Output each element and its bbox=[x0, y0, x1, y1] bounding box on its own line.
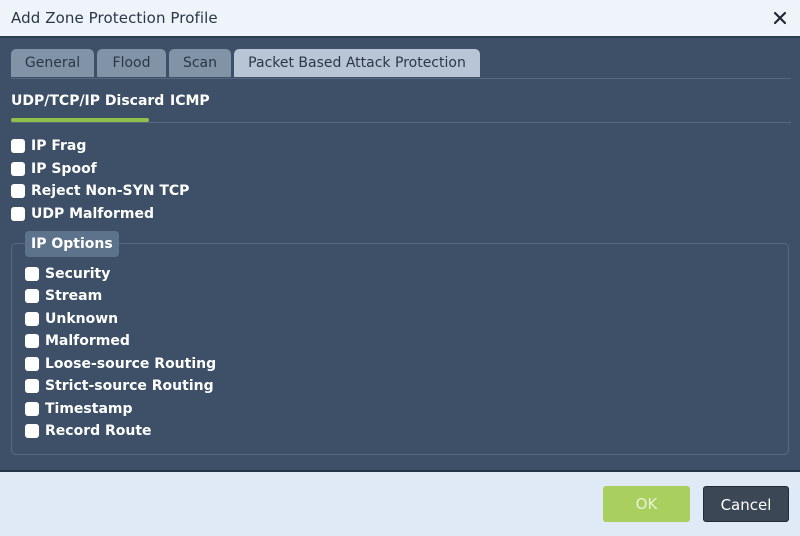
checkbox[interactable] bbox=[11, 139, 25, 153]
dialog-footer: OK Cancel bbox=[0, 472, 800, 536]
checkbox[interactable] bbox=[11, 184, 25, 198]
option-ip-frag[interactable]: IP Frag bbox=[11, 136, 86, 156]
subtab-udp-tcp-ip-discard[interactable]: UDP/TCP/IP Discard bbox=[11, 93, 164, 109]
checkbox[interactable] bbox=[11, 207, 25, 221]
checkbox[interactable] bbox=[25, 289, 39, 303]
option-stream[interactable]: Stream bbox=[25, 286, 102, 306]
cancel-button[interactable]: Cancel bbox=[703, 486, 789, 522]
option-strict-source-routing[interactable]: Strict-source Routing bbox=[25, 376, 214, 396]
dialog-header: Add Zone Protection Profile bbox=[0, 0, 800, 38]
tab-flood[interactable]: Flood bbox=[97, 49, 166, 77]
option-ip-spoof[interactable]: IP Spoof bbox=[11, 159, 97, 179]
checkbox[interactable] bbox=[25, 312, 39, 326]
option-udp-malformed[interactable]: UDP Malformed bbox=[11, 204, 154, 224]
checkbox[interactable] bbox=[11, 162, 25, 176]
option-loose-source-routing[interactable]: Loose-source Routing bbox=[25, 354, 216, 374]
tab-scan[interactable]: Scan bbox=[169, 49, 231, 77]
dialog-title: Add Zone Protection Profile bbox=[11, 9, 218, 27]
option-security[interactable]: Security bbox=[25, 264, 110, 284]
option-timestamp[interactable]: Timestamp bbox=[25, 399, 133, 419]
tab-packet-based-attack-protection[interactable]: Packet Based Attack Protection bbox=[234, 49, 480, 77]
checkbox[interactable] bbox=[25, 357, 39, 371]
ok-button[interactable]: OK bbox=[603, 486, 690, 522]
checkbox[interactable] bbox=[25, 379, 39, 393]
dialog-body: General Flood Scan Packet Based Attack P… bbox=[0, 38, 800, 472]
option-unknown[interactable]: Unknown bbox=[25, 309, 118, 329]
subtab-bar: UDP/TCP/IP Discard ICMP bbox=[11, 90, 791, 123]
option-record-route[interactable]: Record Route bbox=[25, 421, 152, 441]
close-icon[interactable] bbox=[770, 8, 790, 28]
ip-options-legend: IP Options bbox=[25, 231, 119, 257]
active-subtab-indicator bbox=[11, 118, 149, 122]
tab-general[interactable]: General bbox=[11, 49, 94, 77]
checkbox[interactable] bbox=[25, 402, 39, 416]
tab-bar: General Flood Scan Packet Based Attack P… bbox=[11, 49, 791, 79]
checkbox[interactable] bbox=[25, 334, 39, 348]
option-malformed[interactable]: Malformed bbox=[25, 331, 130, 351]
checkbox[interactable] bbox=[25, 267, 39, 281]
option-reject-non-syn-tcp[interactable]: Reject Non-SYN TCP bbox=[11, 181, 189, 201]
subtab-icmp[interactable]: ICMP bbox=[170, 93, 210, 109]
checkbox[interactable] bbox=[25, 424, 39, 438]
